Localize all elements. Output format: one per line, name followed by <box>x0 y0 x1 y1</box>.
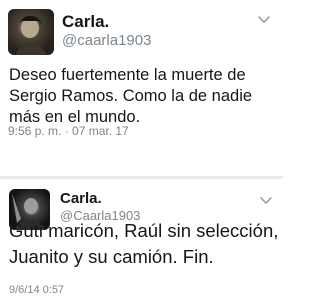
tweet-card[interactable]: Carla. @Caarla1903 Guti maricón, Raúl si… <box>0 0 283 301</box>
chevron-down-icon[interactable] <box>259 195 273 205</box>
tweet-timestamp[interactable]: 9/6/14 0:57 <box>9 284 64 296</box>
display-name[interactable]: Carla. <box>60 190 102 207</box>
tweet-text: Guti maricón, Raúl sin selección, Juanit… <box>9 220 279 267</box>
